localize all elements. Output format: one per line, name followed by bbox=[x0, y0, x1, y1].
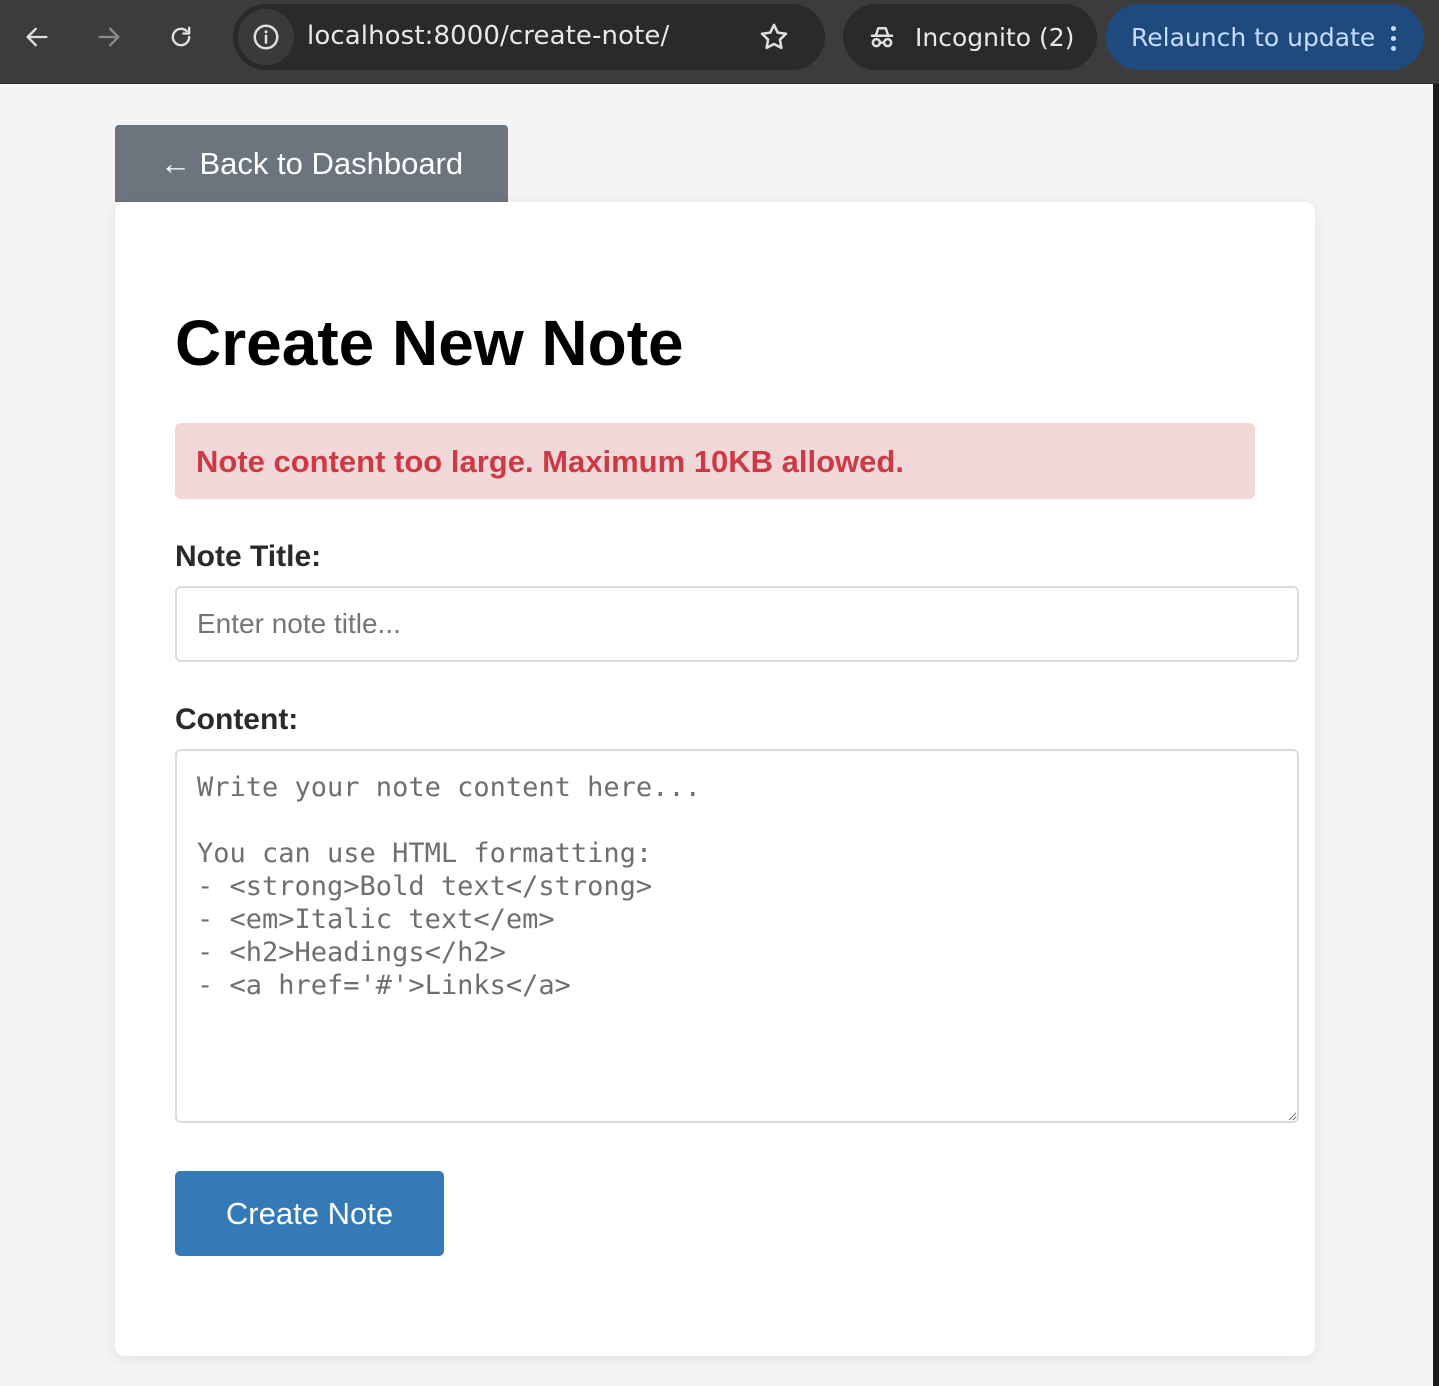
incognito-icon bbox=[867, 22, 897, 52]
back-arrow-icon[interactable] bbox=[14, 14, 60, 60]
incognito-label: Incognito (2) bbox=[915, 23, 1075, 52]
bookmark-star-icon[interactable] bbox=[757, 20, 791, 54]
error-message: Note content too large. Maximum 10KB all… bbox=[196, 444, 904, 479]
relaunch-label: Relaunch to update bbox=[1131, 23, 1376, 52]
site-info-icon[interactable] bbox=[238, 9, 294, 65]
note-title-label: Note Title: bbox=[175, 540, 322, 573]
url-text[interactable]: localhost:8000/create-note/ bbox=[307, 21, 669, 51]
reload-icon[interactable] bbox=[158, 14, 204, 60]
window-edge bbox=[1433, 84, 1439, 1386]
create-note-card: Create New Note Note content too large. … bbox=[115, 202, 1315, 1356]
content-label: Content: bbox=[175, 703, 299, 736]
more-options-icon[interactable] bbox=[1376, 21, 1410, 55]
incognito-indicator[interactable]: Incognito (2) bbox=[843, 4, 1097, 70]
forward-arrow-icon[interactable] bbox=[86, 14, 132, 60]
create-note-button[interactable]: Create Note bbox=[175, 1171, 444, 1256]
address-bar[interactable]: localhost:8000/create-note/ bbox=[233, 4, 825, 70]
back-to-dashboard-button[interactable]: ← Back to Dashboard bbox=[115, 125, 508, 202]
note-content-textarea[interactable] bbox=[175, 749, 1299, 1123]
error-alert: Note content too large. Maximum 10KB all… bbox=[175, 423, 1255, 499]
relaunch-button[interactable]: Relaunch to update bbox=[1106, 4, 1424, 70]
note-title-input[interactable] bbox=[175, 586, 1299, 662]
page-title: Create New Note bbox=[175, 307, 684, 379]
browser-toolbar: localhost:8000/create-note/ Incognito (2… bbox=[0, 0, 1439, 84]
